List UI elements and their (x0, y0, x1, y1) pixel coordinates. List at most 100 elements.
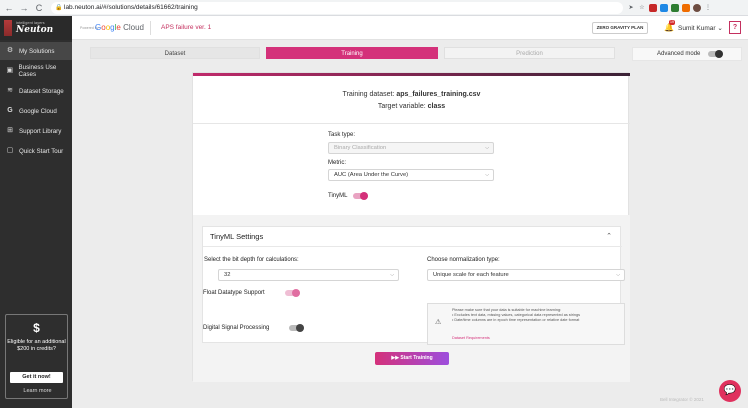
extension-icon[interactable] (671, 3, 679, 12)
float-datatype-toggle[interactable] (285, 289, 300, 297)
start-training-button[interactable]: ▶▶ Start Training (375, 352, 449, 365)
bit-depth-select[interactable]: 32 ⌵ (218, 269, 399, 281)
advanced-mode: Advanced mode (632, 47, 742, 61)
bit-depth-value: 32 (224, 272, 231, 278)
share-icon[interactable]: ➤ (627, 4, 635, 12)
notification-badge: 19 (669, 20, 675, 25)
step-dataset[interactable]: Dataset (90, 47, 260, 59)
tinyml-settings-title: TinyML Settings (210, 232, 264, 241)
url-bar[interactable]: 🔒 lab.neuton.ai/#/solutions/details/6166… (51, 1, 623, 14)
tinyml-settings-header[interactable]: TinyML Settings ⌃ (203, 227, 622, 247)
tinyml-label: TinyML (328, 193, 348, 199)
chevron-down-icon: ⌵ (616, 272, 620, 278)
dollar-icon: $ (33, 321, 40, 335)
training-dataset-label: Training dataset: (342, 91, 395, 98)
tinyml-settings-panel: TinyML Settings ⌃ Select the bit depth f… (202, 226, 625, 345)
get-it-now-button[interactable]: Get it now! (10, 372, 63, 383)
google-icon: G (7, 107, 13, 114)
training-card: Training dataset: aps_failures_training.… (192, 72, 630, 382)
step-prediction: Prediction (444, 47, 615, 59)
float-datatype-label: Float Datatype Support (203, 290, 265, 296)
extensions: ➤ ☆ ⋮ (627, 3, 712, 12)
divider (193, 123, 630, 124)
training-dataset-file: aps_failures_training.csv (396, 91, 481, 98)
dsp-label: Digital Signal Processing (203, 325, 270, 331)
url-text: lab.neuton.ai/#/solutions/details/61662/… (64, 4, 198, 11)
extension-icon[interactable] (682, 3, 690, 12)
user-menu[interactable]: Sumit Kumar ⌄ (678, 24, 723, 32)
task-type-select: Binary Classification ⌵ (328, 142, 494, 154)
app-header: intelligent layers Neuton Powered by Goo… (0, 16, 748, 40)
plan-button[interactable]: ZERO GRAVITY PLAN (592, 22, 648, 34)
sidebar-item-label: Quick Start Tour (19, 147, 64, 155)
menu-icon[interactable]: ⋮ (704, 4, 712, 12)
star-icon[interactable]: ☆ (638, 4, 646, 12)
task-type-label: Task type: (328, 132, 356, 138)
database-icon: ≋ (7, 87, 13, 94)
chevron-down-icon: ⌵ (485, 145, 489, 151)
chevron-up-icon[interactable]: ⌃ (606, 227, 612, 247)
sidebar-item-my-solutions[interactable]: ⚙ My Solutions (0, 42, 72, 60)
sidebar-item-google-cloud[interactable]: G Google Cloud (0, 102, 72, 120)
chat-icon[interactable]: 💬 (719, 380, 741, 402)
reload-icon[interactable]: C (33, 2, 45, 14)
sidebar: ⚙ My Solutions ▣ Business Use Cases ≋ Da… (0, 40, 72, 408)
sidebar-item-label: My Solutions (19, 47, 55, 55)
credits-promo: $ Eligible for an additional $200 in cre… (5, 314, 68, 399)
sidebar-item-dataset-storage[interactable]: ≋ Dataset Storage (0, 82, 72, 100)
extension-icon[interactable] (660, 3, 668, 12)
extension-icon[interactable] (649, 3, 657, 12)
metric-value: AUC (Area Under the Curve) (334, 172, 409, 178)
training-dataset: Training dataset: aps_failures_training.… (193, 91, 630, 98)
sidebar-item-label: Business Use Cases (18, 64, 57, 78)
briefcase-icon: ▣ (6, 67, 14, 74)
target-variable: Target variable: class (193, 103, 630, 110)
tour-icon: ▢ (6, 147, 14, 154)
brand-name: Neuton (16, 25, 54, 35)
book-icon: ⊞ (7, 127, 13, 134)
neuton-logo-icon (4, 20, 12, 36)
help-button[interactable]: ? (729, 21, 741, 34)
sidebar-item-support-library[interactable]: ⊞ Support Library (0, 122, 72, 140)
warning-item-text: Date/time columns are in epoch time repr… (454, 318, 580, 322)
warning-text: Please make sure that your data is suita… (452, 308, 620, 323)
profile-icon[interactable] (693, 3, 701, 12)
google-cloud-logo: Google Cloud (95, 23, 144, 32)
sidebar-item-business-use-cases[interactable]: ▣ Business Use Cases (0, 62, 72, 80)
back-icon[interactable]: ← (3, 2, 15, 14)
bit-depth-label: Select the bit depth for calculations: (204, 257, 299, 263)
normalization-value: Unique scale for each feature (433, 272, 509, 278)
chevron-down-icon: ⌵ (485, 172, 489, 178)
sidebar-item-label: Dataset Storage (19, 87, 64, 95)
card-accent-bar (193, 73, 630, 76)
warning-item-text: Excludes text data, missing values, cate… (454, 313, 580, 317)
metric-label: Metric: (328, 160, 346, 166)
chevron-down-icon: ⌵ (390, 272, 394, 278)
normalization-label: Choose normalization type: (427, 257, 500, 263)
advanced-mode-label: Advanced mode (657, 51, 701, 57)
sidebar-item-quick-start-tour[interactable]: ▢ Quick Start Tour (0, 142, 72, 160)
sidebar-item-label: Support Library (19, 127, 62, 135)
data-warning-box: ⚠ Please make sure that your data is sui… (427, 303, 625, 345)
metric-select[interactable]: AUC (Area Under the Curve) ⌵ (328, 169, 494, 181)
brand[interactable]: intelligent layers Neuton (0, 16, 72, 40)
sidebar-item-label: Google Cloud (19, 107, 57, 115)
project-name: APS failure ver. 1 (161, 24, 212, 31)
advanced-mode-toggle[interactable] (708, 50, 723, 58)
dataset-requirements-link[interactable]: Dataset Requirements (452, 336, 490, 340)
footer-copyright: Bell Integrator © 2021 (660, 397, 704, 402)
task-type-value: Binary Classification (334, 145, 387, 151)
warning-icon: ⚠ (435, 319, 442, 326)
dsp-toggle[interactable] (289, 324, 304, 332)
browser-toolbar: ← → C 🔒 lab.neuton.ai/#/solutions/detail… (0, 0, 748, 16)
forward-icon[interactable]: → (18, 2, 30, 14)
lock-icon: 🔒 (55, 4, 63, 11)
normalization-select[interactable]: Unique scale for each feature ⌵ (427, 269, 625, 281)
target-variable-value: class (427, 103, 446, 110)
tinyml-toggle[interactable] (353, 192, 368, 200)
warning-item: • Date/time columns are in epoch time re… (452, 318, 580, 322)
learn-more-link[interactable]: Learn more (6, 388, 69, 394)
target-variable-label: Target variable: (377, 103, 426, 110)
promo-text: Eligible for an additional $200 in credi… (7, 339, 66, 352)
step-training[interactable]: Training (266, 47, 438, 59)
